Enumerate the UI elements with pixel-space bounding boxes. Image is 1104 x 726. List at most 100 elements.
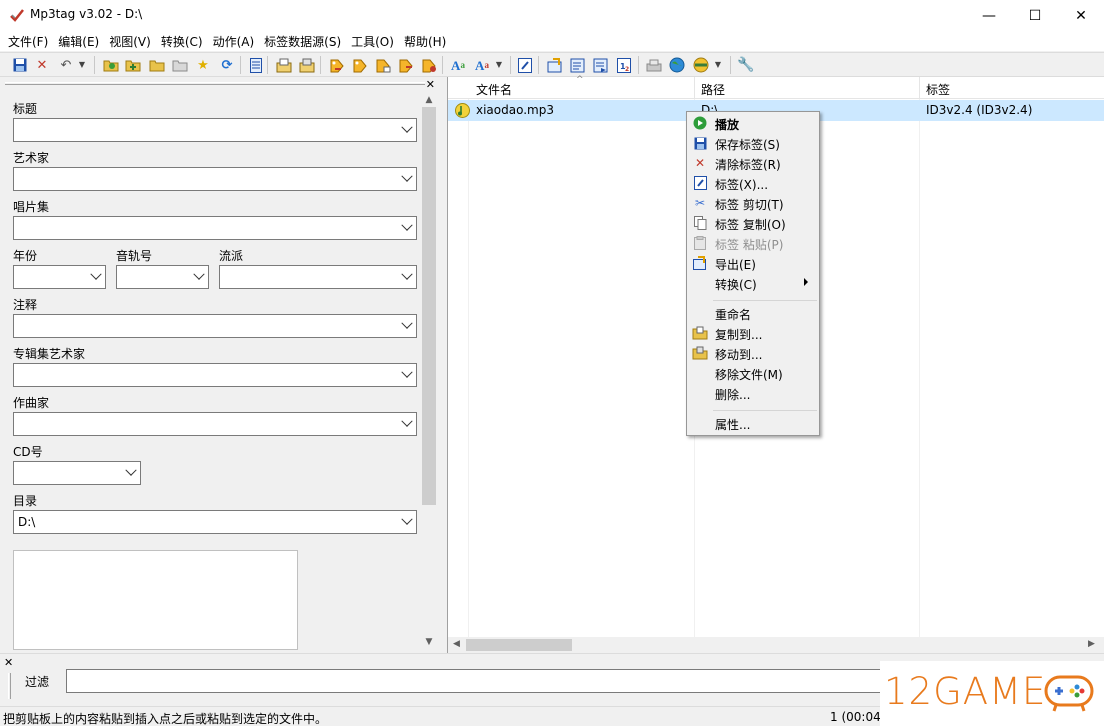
menu-tools[interactable]: 工具(O) — [346, 31, 399, 51]
album-artist-field[interactable] — [13, 363, 417, 387]
chevron-down-icon[interactable] — [401, 415, 413, 427]
change-directory-icon[interactable] — [102, 56, 120, 74]
menu-item-extended-tags[interactable]: 标签(X)... — [688, 173, 818, 193]
genre-field[interactable] — [219, 265, 417, 289]
menu-item-cut-tag[interactable]: ✂ 标签 剪切(T) — [688, 193, 818, 213]
scroll-down-icon[interactable]: ▼ — [423, 637, 435, 647]
directory-field[interactable]: D:\ — [13, 510, 417, 534]
options-icon[interactable]: 🔧 — [737, 56, 755, 74]
menu-item-move-to[interactable]: 移动到... — [688, 343, 818, 363]
tag-filename-icon[interactable] — [328, 56, 346, 74]
filename-tag-icon[interactable] — [351, 56, 369, 74]
chevron-down-icon[interactable] — [401, 513, 413, 525]
column-tag[interactable]: 标签 — [926, 81, 950, 98]
open-folder-icon[interactable] — [148, 56, 166, 74]
minimize-button[interactable]: — — [966, 0, 1012, 31]
genre-label: 流派 — [219, 249, 244, 263]
favorites-folder-icon[interactable] — [171, 56, 189, 74]
numbering-icon[interactable]: 12 — [615, 56, 633, 74]
chevron-down-icon[interactable] — [401, 268, 413, 280]
maximize-button[interactable]: ☐ — [1012, 0, 1058, 31]
menu-item-convert[interactable]: 转换(C) — [688, 273, 818, 293]
scroll-up-icon[interactable]: ▲ — [423, 95, 435, 105]
filter-input[interactable] — [66, 669, 886, 693]
menu-item-copy-tag[interactable]: 标签 复制(O) — [688, 213, 818, 233]
star-icon[interactable]: ★ — [194, 56, 212, 74]
menu-item-paste-tag[interactable]: 标签 粘贴(P) — [688, 233, 818, 253]
autonumber-icon[interactable] — [420, 56, 438, 74]
list-header: ^ 文件名 路径 标签 — [448, 75, 1104, 99]
tag-panel-scrollbar[interactable]: ▲ ▼ — [421, 93, 437, 651]
maximize-icon: ☐ — [1028, 7, 1042, 24]
file-list-hscrollbar[interactable]: ◀ ▶ — [448, 637, 1104, 653]
scroll-right-icon[interactable]: ▶ — [1088, 639, 1095, 649]
chevron-down-icon[interactable] — [401, 317, 413, 329]
cover-art-box[interactable] — [13, 550, 298, 650]
menu-item-rename[interactable]: 重命名 — [688, 303, 818, 323]
chevron-down-icon[interactable] — [193, 268, 205, 280]
menu-item-save-tag[interactable]: 保存标签(S) — [688, 133, 818, 153]
menu-tag-sources[interactable]: 标签数据源(S) — [259, 31, 346, 51]
menu-view[interactable]: 视图(V) — [104, 31, 156, 51]
year-field[interactable] — [13, 265, 106, 289]
menu-item-play[interactable]: 播放 — [688, 113, 818, 133]
undo-icon[interactable]: ↶ — [57, 56, 75, 74]
chevron-down-icon[interactable] — [401, 170, 413, 182]
remove-tag-icon[interactable]: ✕ — [33, 56, 51, 74]
save-icon[interactable] — [11, 56, 29, 74]
scrollbar-thumb[interactable] — [422, 107, 436, 505]
chevron-down-icon[interactable] — [401, 121, 413, 133]
title-field[interactable] — [13, 118, 417, 142]
scroll-left-icon[interactable]: ◀ — [453, 639, 460, 649]
list-icon[interactable] — [247, 56, 265, 74]
undo-dropdown-icon[interactable]: ▼ — [77, 56, 87, 74]
cover-icon[interactable] — [645, 56, 663, 74]
close-button[interactable]: ✕ — [1058, 0, 1104, 31]
add-directory-icon[interactable] — [124, 56, 142, 74]
track-field[interactable] — [116, 265, 209, 289]
menu-separator — [713, 300, 817, 301]
column-divider[interactable] — [919, 77, 920, 99]
column-divider[interactable] — [694, 77, 695, 99]
chevron-down-icon[interactable] — [90, 268, 102, 280]
copy-tag-icon[interactable] — [275, 56, 293, 74]
playlist2-icon[interactable] — [592, 56, 610, 74]
menu-item-export[interactable]: 导出(E) — [688, 253, 818, 273]
chevron-down-icon[interactable] — [401, 366, 413, 378]
chevron-down-icon[interactable] — [125, 464, 137, 476]
menu-file[interactable]: 文件(F) — [3, 31, 53, 51]
close-filter-icon[interactable]: ✕ — [4, 656, 13, 669]
menu-help[interactable]: 帮助(H) — [399, 31, 451, 51]
menu-edit[interactable]: 编辑(E) — [53, 31, 104, 51]
menu-item-properties[interactable]: 属性... — [688, 413, 818, 433]
close-panel-icon[interactable]: ✕ — [426, 78, 435, 91]
column-path[interactable]: 路径 — [701, 81, 725, 98]
menu-item-delete[interactable]: 删除... — [688, 383, 818, 403]
text-tag-icon[interactable] — [374, 56, 392, 74]
extended-tags-icon[interactable] — [516, 56, 534, 74]
web-source-dropdown-icon[interactable]: ▼ — [713, 56, 723, 74]
chevron-down-icon[interactable] — [401, 219, 413, 231]
artist-field[interactable] — [13, 167, 417, 191]
web-source-icon[interactable] — [668, 56, 686, 74]
disc-field[interactable] — [13, 461, 141, 485]
menu-item-remove-tag[interactable]: ✕ 清除标签(R) — [688, 153, 818, 173]
web-source-icon[interactable] — [692, 56, 710, 74]
export-icon[interactable] — [546, 56, 564, 74]
comment-field[interactable] — [13, 314, 417, 338]
menu-item-copy-to[interactable]: 复制到... — [688, 323, 818, 343]
actions-icon[interactable]: Aa — [473, 56, 491, 74]
playlist-icon[interactable] — [569, 56, 587, 74]
actions-dropdown-icon[interactable]: ▼ — [494, 56, 504, 74]
menu-convert[interactable]: 转换(C) — [156, 31, 208, 51]
album-field[interactable] — [13, 216, 417, 240]
refresh-icon[interactable]: ⟳ — [218, 56, 236, 74]
tag-tag-icon[interactable] — [397, 56, 415, 74]
composer-field[interactable] — [13, 412, 417, 436]
scrollbar-thumb[interactable] — [466, 639, 572, 651]
menu-item-remove-file[interactable]: 移除文件(M) — [688, 363, 818, 383]
actions-icon[interactable]: Aa — [449, 56, 467, 74]
paste-tag-icon[interactable] — [298, 56, 316, 74]
menu-actions[interactable]: 动作(A) — [208, 31, 260, 51]
column-filename[interactable]: 文件名 — [476, 81, 512, 98]
